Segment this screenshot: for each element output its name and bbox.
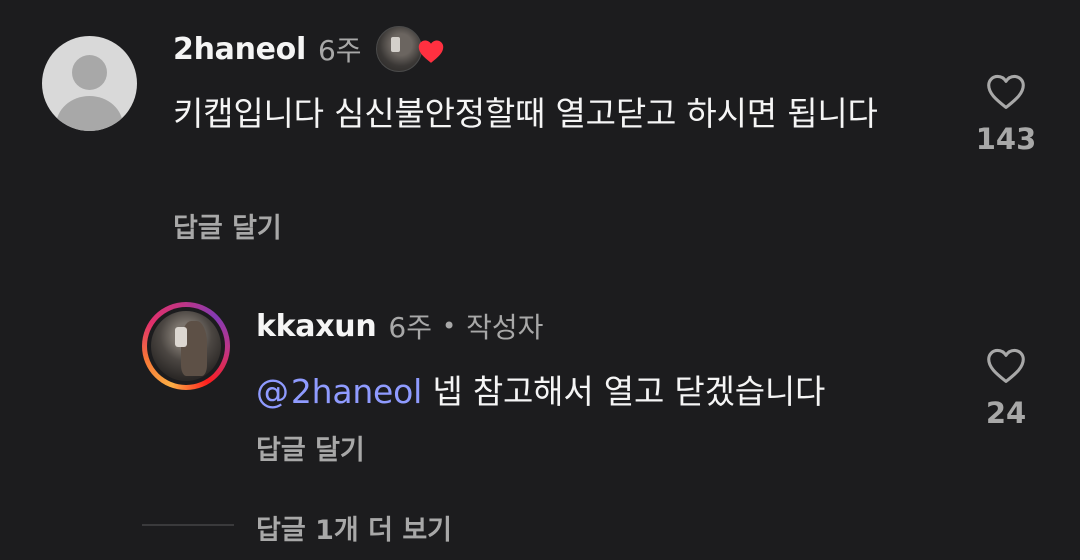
story-ring-avatar[interactable] xyxy=(142,302,230,390)
timestamp: 6주 xyxy=(388,311,432,344)
mention-username: 2haneol xyxy=(290,372,423,411)
mention-link[interactable]: @2haneol xyxy=(256,372,422,411)
timestamp: 6주 xyxy=(317,34,362,67)
like-count: 143 xyxy=(975,122,1037,156)
reply-header: kkaxun 6주 • 작성자 xyxy=(256,302,543,350)
avatar xyxy=(151,311,221,381)
avatar-body-shape xyxy=(56,96,123,131)
like-control: 24 xyxy=(966,346,1046,430)
heart-outline-icon[interactable] xyxy=(985,72,1027,110)
reply-button[interactable]: 답글 달기 xyxy=(256,428,365,467)
heart-outline-icon[interactable] xyxy=(985,346,1027,384)
threads-icon: @ xyxy=(256,372,289,411)
author-mini-avatar xyxy=(375,26,422,72)
author-label: 작성자 xyxy=(466,311,544,344)
heart-filled-icon xyxy=(418,40,443,63)
reply-text: @2haneol 넵 참고해서 열고 닫겠습니다 xyxy=(256,366,956,417)
liked-by-author-badge xyxy=(375,26,443,72)
separator-dot: • xyxy=(442,312,457,340)
username[interactable]: 2haneol xyxy=(173,32,306,67)
default-avatar-icon[interactable] xyxy=(42,36,137,131)
reply-message: 넵 참고해서 열고 닫겠습니다 xyxy=(422,372,826,411)
like-count: 24 xyxy=(985,396,1027,430)
thread-divider-line xyxy=(142,524,234,526)
like-control: 143 xyxy=(966,72,1046,156)
reply-button[interactable]: 답글 달기 xyxy=(173,206,282,245)
comment-text: 키캡입니다 심신불안정할때 열고닫고 하시면 됩니다 xyxy=(173,94,878,133)
comment-header: 2haneol 6주 xyxy=(173,24,443,74)
avatar-head-shape xyxy=(72,55,107,90)
username[interactable]: kkaxun xyxy=(256,309,377,344)
view-more-replies-button[interactable]: 답글 1개 더 보기 xyxy=(256,508,452,547)
